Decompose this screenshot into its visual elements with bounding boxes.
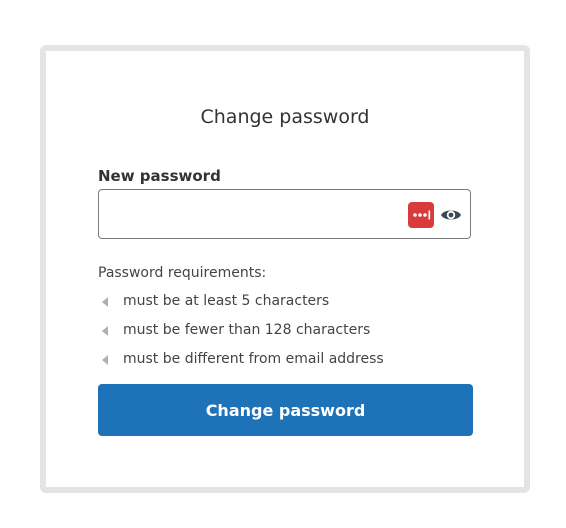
password-manager-dots-icon[interactable] <box>408 202 434 228</box>
requirements-list: must be at least 5 characters must be fe… <box>98 293 384 380</box>
requirement-item: must be fewer than 128 characters <box>98 322 384 351</box>
requirements-heading: Password requirements: <box>98 265 267 281</box>
requirement-text: must be fewer than 128 characters <box>123 322 371 338</box>
new-password-label: New password <box>98 167 221 185</box>
requirement-item: must be different from email address <box>98 351 384 380</box>
arrow-left-icon <box>102 297 108 307</box>
change-password-card: Change password New password Password re… <box>40 45 530 493</box>
eye-icon[interactable] <box>440 205 462 225</box>
requirement-text: must be at least 5 characters <box>123 293 330 309</box>
arrow-left-icon <box>102 355 108 365</box>
new-password-field-wrapper <box>98 189 471 239</box>
change-password-button[interactable]: Change password <box>98 384 473 436</box>
arrow-left-icon <box>102 326 108 336</box>
requirement-text: must be different from email address <box>123 351 384 367</box>
page-title: Change password <box>200 106 370 128</box>
requirement-item: must be at least 5 characters <box>98 293 384 322</box>
new-password-input[interactable] <box>99 190 399 238</box>
